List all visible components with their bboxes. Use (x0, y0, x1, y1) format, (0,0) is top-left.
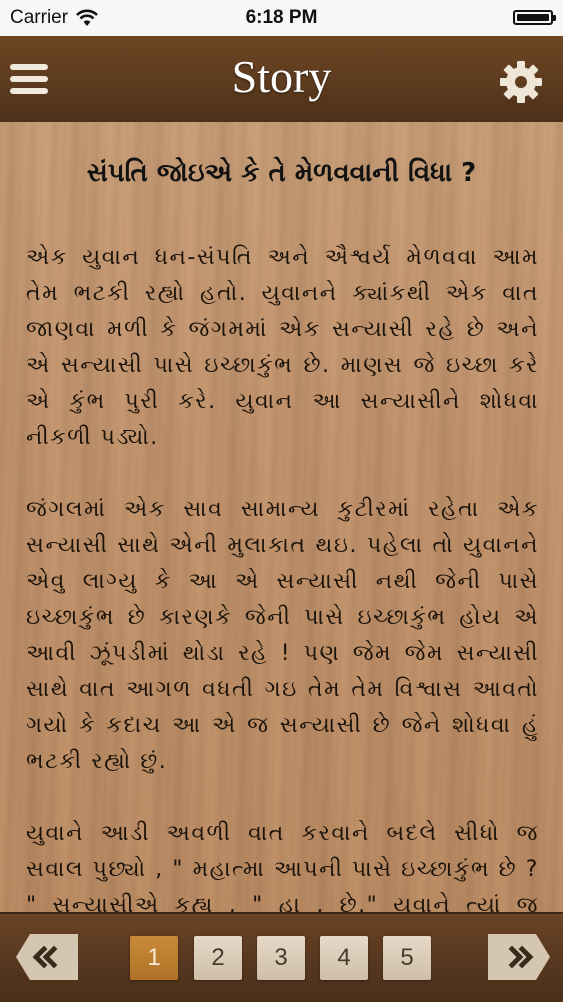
story-content[interactable]: સંપતિ જોઇએ કે તે મેળવવાની વિધા ? એક યુવા… (0, 122, 563, 912)
page-button-5[interactable]: 5 (383, 936, 431, 980)
page-button-3[interactable]: 3 (257, 936, 305, 980)
pagination-bar: 1 2 3 4 5 (0, 912, 563, 1002)
page-button-4[interactable]: 4 (320, 936, 368, 980)
status-bar: Carrier 6:18 PM (0, 0, 563, 36)
navigation-bar: Story (0, 36, 563, 124)
previous-page-button[interactable] (16, 934, 78, 980)
status-time: 6:18 PM (245, 7, 318, 28)
battery-icon (513, 10, 556, 25)
gear-icon[interactable] (499, 60, 543, 104)
page-button-2[interactable]: 2 (194, 936, 242, 980)
story-paragraph: એક યુવાન ધન-સંપતિ અને ઐશ્વર્ય મેળવવા આમ … (26, 245, 539, 450)
story-paragraph: જંગલમાં એક સાવ સામાન્ય કુટીરમાં રહેતા એક… (26, 497, 539, 774)
story-title: સંપતિ જોઇએ કે તે મેળવવાની વિધા ? (86, 158, 477, 188)
next-page-button[interactable] (488, 934, 550, 980)
page-title: Story (231, 51, 332, 102)
story-paragraph: યુવાને આડી અવળી વાત કરવાને બદલે સીધો જ સ… (26, 821, 539, 912)
page-button-1[interactable]: 1 (130, 936, 178, 980)
story-body: એક યુવાન ધન-સંપતિ અને ઐશ્વર્ય મેળવવા આમ … (26, 240, 539, 912)
